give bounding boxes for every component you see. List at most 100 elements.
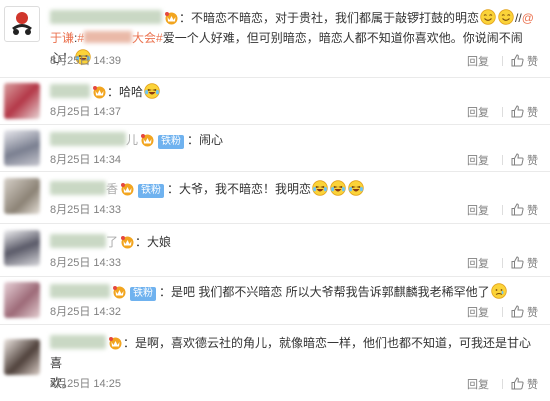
crown-badge-icon bbox=[120, 182, 135, 196]
comment-item: ：是啊，喜欢德云社的角儿，就像暗恋一样，他们也都不知道，可我还是甘心喜 欢。 8月… bbox=[0, 325, 550, 401]
comment-body: 了 ：大娘 bbox=[50, 232, 540, 252]
avatar[interactable] bbox=[4, 178, 40, 214]
avatar[interactable] bbox=[4, 230, 40, 266]
comment-item: 了 ：大娘 8月25日 14:33 回复 赞 bbox=[0, 224, 550, 277]
divider bbox=[502, 107, 503, 117]
reply-button[interactable]: 回复 bbox=[467, 257, 489, 271]
divider bbox=[502, 205, 503, 215]
username-tail: 儿 bbox=[126, 133, 139, 147]
comment-text: ：不暗恋不暗恋，对于贵社，我们都属于敲锣打鼓的明恋 bbox=[179, 11, 480, 25]
avatar[interactable] bbox=[4, 282, 40, 318]
timestamp: 8月25日 14:25 bbox=[50, 378, 121, 390]
avatar[interactable] bbox=[4, 130, 40, 166]
timestamp: 8月25日 14:32 bbox=[50, 306, 121, 318]
divider bbox=[502, 155, 503, 165]
timestamp: 8月25日 14:37 bbox=[50, 106, 121, 118]
comment-body: ：哈哈 bbox=[50, 82, 540, 102]
like-thumb-icon bbox=[511, 377, 524, 390]
comment-actions: 回复 赞 bbox=[467, 54, 538, 69]
laughing-cry-emoji-icon bbox=[144, 83, 160, 99]
topic-link[interactable]: # 大会# bbox=[77, 31, 163, 45]
repost-separator: // bbox=[515, 11, 522, 25]
topic-redacted bbox=[84, 31, 133, 43]
like-button[interactable]: 赞 bbox=[511, 305, 538, 320]
comment-list: ：不暗恋不暗恋，对于贵社，我们都属于敲锣打鼓的明恋//@于谦:# 大会#爱一个人好… bbox=[0, 0, 550, 401]
timestamp: 8月25日 14:33 bbox=[50, 257, 121, 269]
comment-actions: 回复 赞 bbox=[467, 305, 538, 320]
timestamp: 8月25日 14:39 bbox=[50, 55, 121, 67]
comment-text: ：是啊，喜欢德云社的角儿，就像暗恋一样，他们也都不知道，可我还是甘心喜 bbox=[50, 336, 532, 370]
comment-item: 儿 铁粉 ：闹心 8月25日 14:34 回复 赞 bbox=[0, 125, 550, 172]
topic-prefix: # bbox=[77, 31, 85, 45]
like-thumb-icon bbox=[511, 305, 524, 318]
laughing-cry-emoji-icon bbox=[312, 180, 328, 196]
comment-item: 铁粉 ：是吧 我们都不兴暗恋 所以大爷帮我告诉郭麒麟我老稀罕他了 8月25日 14… bbox=[0, 277, 550, 325]
avatar[interactable] bbox=[4, 339, 40, 375]
reply-button[interactable]: 回复 bbox=[467, 154, 489, 168]
like-label: 赞 bbox=[527, 205, 538, 217]
fan-badge: 铁粉 bbox=[158, 135, 185, 149]
smile-emoji-icon bbox=[498, 9, 514, 25]
reply-button[interactable]: 回复 bbox=[467, 106, 489, 120]
sad-emoji-icon bbox=[491, 283, 507, 299]
divider bbox=[502, 56, 503, 66]
divider bbox=[502, 379, 503, 389]
like-label: 赞 bbox=[527, 307, 538, 319]
like-thumb-icon bbox=[511, 54, 524, 67]
comment-actions: 回复 赞 bbox=[467, 377, 538, 392]
comment-actions: 回复 赞 bbox=[467, 153, 538, 168]
comment-item: ：不暗恋不暗恋，对于贵社，我们都属于敲锣打鼓的明恋//@于谦:# 大会#爱一个人好… bbox=[0, 0, 550, 78]
crown-badge-icon bbox=[92, 85, 107, 99]
comment-text: ：闹心 bbox=[187, 133, 224, 147]
username[interactable] bbox=[50, 10, 162, 24]
like-button[interactable]: 赞 bbox=[511, 377, 538, 392]
divider bbox=[502, 258, 503, 268]
like-button[interactable]: 赞 bbox=[511, 54, 538, 69]
like-button[interactable]: 赞 bbox=[511, 105, 538, 120]
like-label: 赞 bbox=[527, 258, 538, 270]
like-thumb-icon bbox=[511, 105, 524, 118]
comment-item: 香 铁粉 ：大爷，我不暗恋！我明恋 8月25日 14:33 回复 赞 bbox=[0, 172, 550, 224]
fan-badge: 铁粉 bbox=[138, 184, 165, 198]
username[interactable] bbox=[50, 284, 110, 298]
timestamp: 8月25日 14:33 bbox=[50, 204, 121, 216]
comment-text: ：大娘 bbox=[135, 235, 172, 249]
comment-body: 铁粉 ：是吧 我们都不兴暗恋 所以大爷帮我告诉郭麒麟我老稀罕他了 bbox=[50, 282, 540, 302]
divider bbox=[502, 307, 503, 317]
like-button[interactable]: 赞 bbox=[511, 256, 538, 271]
laughing-cry-emoji-icon bbox=[330, 180, 346, 196]
crown-badge-icon bbox=[164, 11, 179, 25]
username[interactable] bbox=[50, 132, 126, 146]
reply-button[interactable]: 回复 bbox=[467, 378, 489, 392]
comment-text: ：大爷，我不暗恋！我明恋 bbox=[167, 182, 312, 196]
fan-badge: 铁粉 bbox=[130, 287, 156, 301]
avatar[interactable] bbox=[4, 83, 40, 119]
smile-emoji-icon bbox=[480, 9, 496, 25]
username-tail: 香 bbox=[106, 182, 119, 196]
like-label: 赞 bbox=[527, 379, 538, 391]
like-thumb-icon bbox=[511, 203, 524, 216]
like-label: 赞 bbox=[527, 56, 538, 68]
like-button[interactable]: 赞 bbox=[511, 153, 538, 168]
comment-body: 儿 铁粉 ：闹心 bbox=[50, 130, 540, 150]
like-thumb-icon bbox=[511, 256, 524, 269]
comment-text: ：哈哈 bbox=[107, 85, 144, 99]
username[interactable] bbox=[50, 234, 106, 248]
username[interactable] bbox=[50, 335, 106, 349]
reply-button[interactable]: 回复 bbox=[467, 55, 489, 69]
like-button[interactable]: 赞 bbox=[511, 203, 538, 218]
comment-text: ：是吧 我们都不兴暗恋 所以大爷帮我告诉郭麒麟我老稀罕他了 bbox=[159, 285, 490, 299]
username-tail: 了 bbox=[106, 235, 119, 249]
comment-body: 香 铁粉 ：大爷，我不暗恋！我明恋 bbox=[50, 179, 540, 199]
like-label: 赞 bbox=[527, 107, 538, 119]
reply-button[interactable]: 回复 bbox=[467, 204, 489, 218]
username[interactable] bbox=[50, 84, 90, 98]
username[interactable] bbox=[50, 181, 106, 195]
comment-actions: 回复 赞 bbox=[467, 203, 538, 218]
comment-item: ：哈哈 8月25日 14:37 回复 赞 bbox=[0, 78, 550, 125]
crown-badge-icon bbox=[120, 235, 135, 249]
topic-suffix: 大会# bbox=[132, 31, 163, 45]
reply-button[interactable]: 回复 bbox=[467, 306, 489, 320]
laughing-cry-emoji-icon bbox=[348, 180, 364, 196]
avatar[interactable] bbox=[4, 6, 40, 42]
